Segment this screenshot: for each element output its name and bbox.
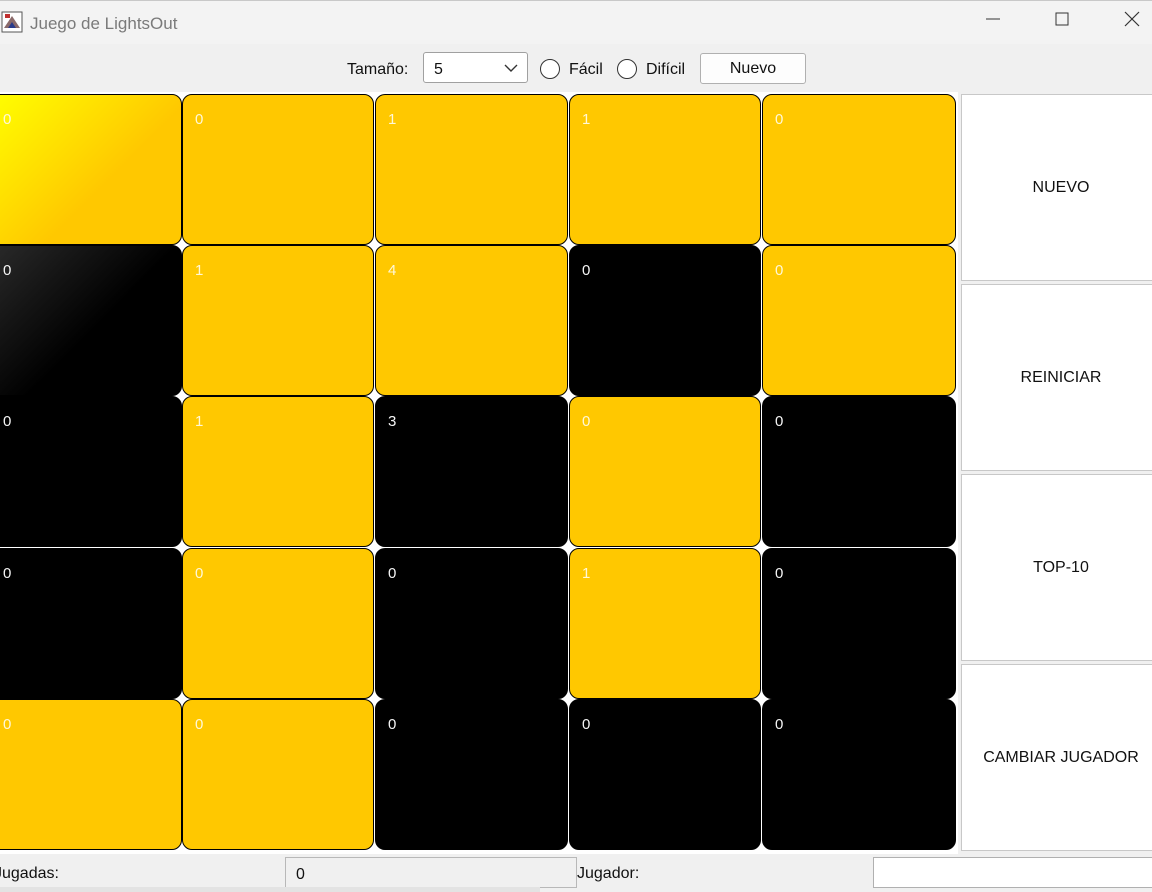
cell-click-count: 1 — [582, 111, 591, 128]
cell-click-count: 0 — [3, 111, 12, 128]
light-cell-r1-c4[interactable]: 1 — [569, 94, 761, 245]
light-cell-r3-c4[interactable]: 0 — [569, 396, 761, 547]
cell-click-count: 1 — [582, 565, 591, 582]
size-select[interactable]: 5 — [423, 52, 528, 83]
cell-click-count: 0 — [388, 716, 397, 733]
light-cell-r5-c5[interactable]: 0 — [762, 699, 956, 850]
moves-value: 0 — [296, 866, 305, 883]
restart-button[interactable]: REINICIAR — [961, 284, 1152, 471]
cell-click-count: 0 — [775, 565, 784, 582]
cell-click-count: 0 — [775, 262, 784, 279]
hard-radio[interactable] — [617, 59, 637, 79]
cell-click-count: 0 — [3, 716, 12, 733]
cell-click-count: 1 — [195, 413, 204, 430]
light-cell-r2-c5[interactable]: 0 — [762, 245, 956, 396]
light-cell-r3-c1[interactable]: 0 — [0, 396, 182, 547]
easy-radio[interactable] — [540, 59, 560, 79]
minimize-button[interactable] — [970, 9, 1016, 39]
size-label: Tamaño: — [347, 61, 409, 78]
light-cell-r2-c4[interactable]: 0 — [569, 245, 761, 396]
cell-click-count: 3 — [388, 413, 397, 430]
light-cell-r2-c1[interactable]: 0 — [0, 245, 182, 396]
cell-click-count: 0 — [775, 413, 784, 430]
title-bar: Juego de LightsOut — [0, 0, 1152, 44]
cell-click-count: 0 — [775, 716, 784, 733]
light-cell-r5-c2[interactable]: 0 — [182, 699, 374, 850]
light-cell-r5-c4[interactable]: 0 — [569, 699, 761, 850]
change-player-button[interactable]: CAMBIAR JUGADOR — [961, 664, 1152, 851]
light-cell-r1-c3[interactable]: 1 — [375, 94, 568, 245]
light-cell-r3-c3[interactable]: 3 — [375, 396, 568, 547]
close-button[interactable] — [1109, 9, 1152, 39]
minimize-icon — [986, 18, 1000, 20]
cell-click-count: 0 — [582, 262, 591, 279]
light-cell-r3-c5[interactable]: 0 — [762, 396, 956, 547]
hard-radio-label[interactable]: Difícil — [646, 61, 685, 79]
cell-click-count: 1 — [388, 111, 397, 128]
size-select-value: 5 — [434, 61, 443, 78]
side-panel: NUEVO REINICIAR TOP-10 CAMBIAR JUGADOR — [960, 92, 1152, 854]
light-cell-r2-c2[interactable]: 1 — [182, 245, 374, 396]
light-cell-r2-c3[interactable]: 4 — [375, 245, 568, 396]
light-cell-r4-c4[interactable]: 1 — [569, 548, 761, 699]
light-cell-r5-c1[interactable]: 0 — [0, 699, 182, 850]
light-cell-r4-c3[interactable]: 0 — [375, 548, 568, 699]
cell-click-count: 0 — [3, 565, 12, 582]
game-board: 0 0 1 1 0 0 1 4 0 0 0 1 3 0 0 0 0 0 1 0 0 0 0 0 0 — [0, 92, 958, 854]
easy-radio-label[interactable]: Fácil — [569, 61, 603, 79]
maximize-button[interactable] — [1039, 9, 1085, 39]
cell-click-count: 4 — [388, 262, 397, 279]
cell-click-count: 0 — [195, 111, 204, 128]
cell-click-count: 0 — [195, 565, 204, 582]
window-title: Juego de LightsOut — [30, 14, 178, 33]
chevron-down-icon — [504, 64, 518, 72]
cell-click-count: 0 — [3, 413, 12, 430]
light-cell-r4-c1[interactable]: 0 — [0, 548, 182, 699]
cell-click-count: 0 — [195, 716, 204, 733]
light-cell-r4-c2[interactable]: 0 — [182, 548, 374, 699]
light-cell-r1-c5[interactable]: 0 — [762, 94, 956, 245]
top10-button[interactable]: TOP-10 — [961, 474, 1152, 661]
maximize-icon — [1055, 12, 1069, 26]
cell-click-count: 1 — [195, 262, 204, 279]
toolbar: Tamaño: 5 Fácil Difícil Nuevo — [0, 44, 1152, 92]
new-game-button[interactable]: Nuevo — [700, 53, 806, 84]
light-cell-r1-c1[interactable]: 0 — [0, 94, 182, 245]
cell-click-count: 0 — [775, 111, 784, 128]
light-cell-r4-c5[interactable]: 0 — [762, 548, 956, 699]
cell-click-count: 0 — [582, 716, 591, 733]
cell-click-count: 0 — [388, 565, 397, 582]
cell-click-count: 0 — [582, 413, 591, 430]
new-button[interactable]: NUEVO — [961, 94, 1152, 281]
player-name-field[interactable] — [873, 857, 1152, 888]
light-cell-r5-c3[interactable]: 0 — [375, 699, 568, 850]
close-icon — [1124, 11, 1140, 27]
cell-click-count: 0 — [3, 262, 12, 279]
background-strip — [0, 887, 540, 892]
moves-field: 0 — [285, 857, 577, 888]
player-label: Jugador: — [577, 865, 640, 882]
java-app-icon — [1, 11, 23, 33]
light-cell-r3-c2[interactable]: 1 — [182, 396, 374, 547]
moves-label: Jugadas: — [0, 865, 59, 882]
light-cell-r1-c2[interactable]: 0 — [182, 94, 374, 245]
